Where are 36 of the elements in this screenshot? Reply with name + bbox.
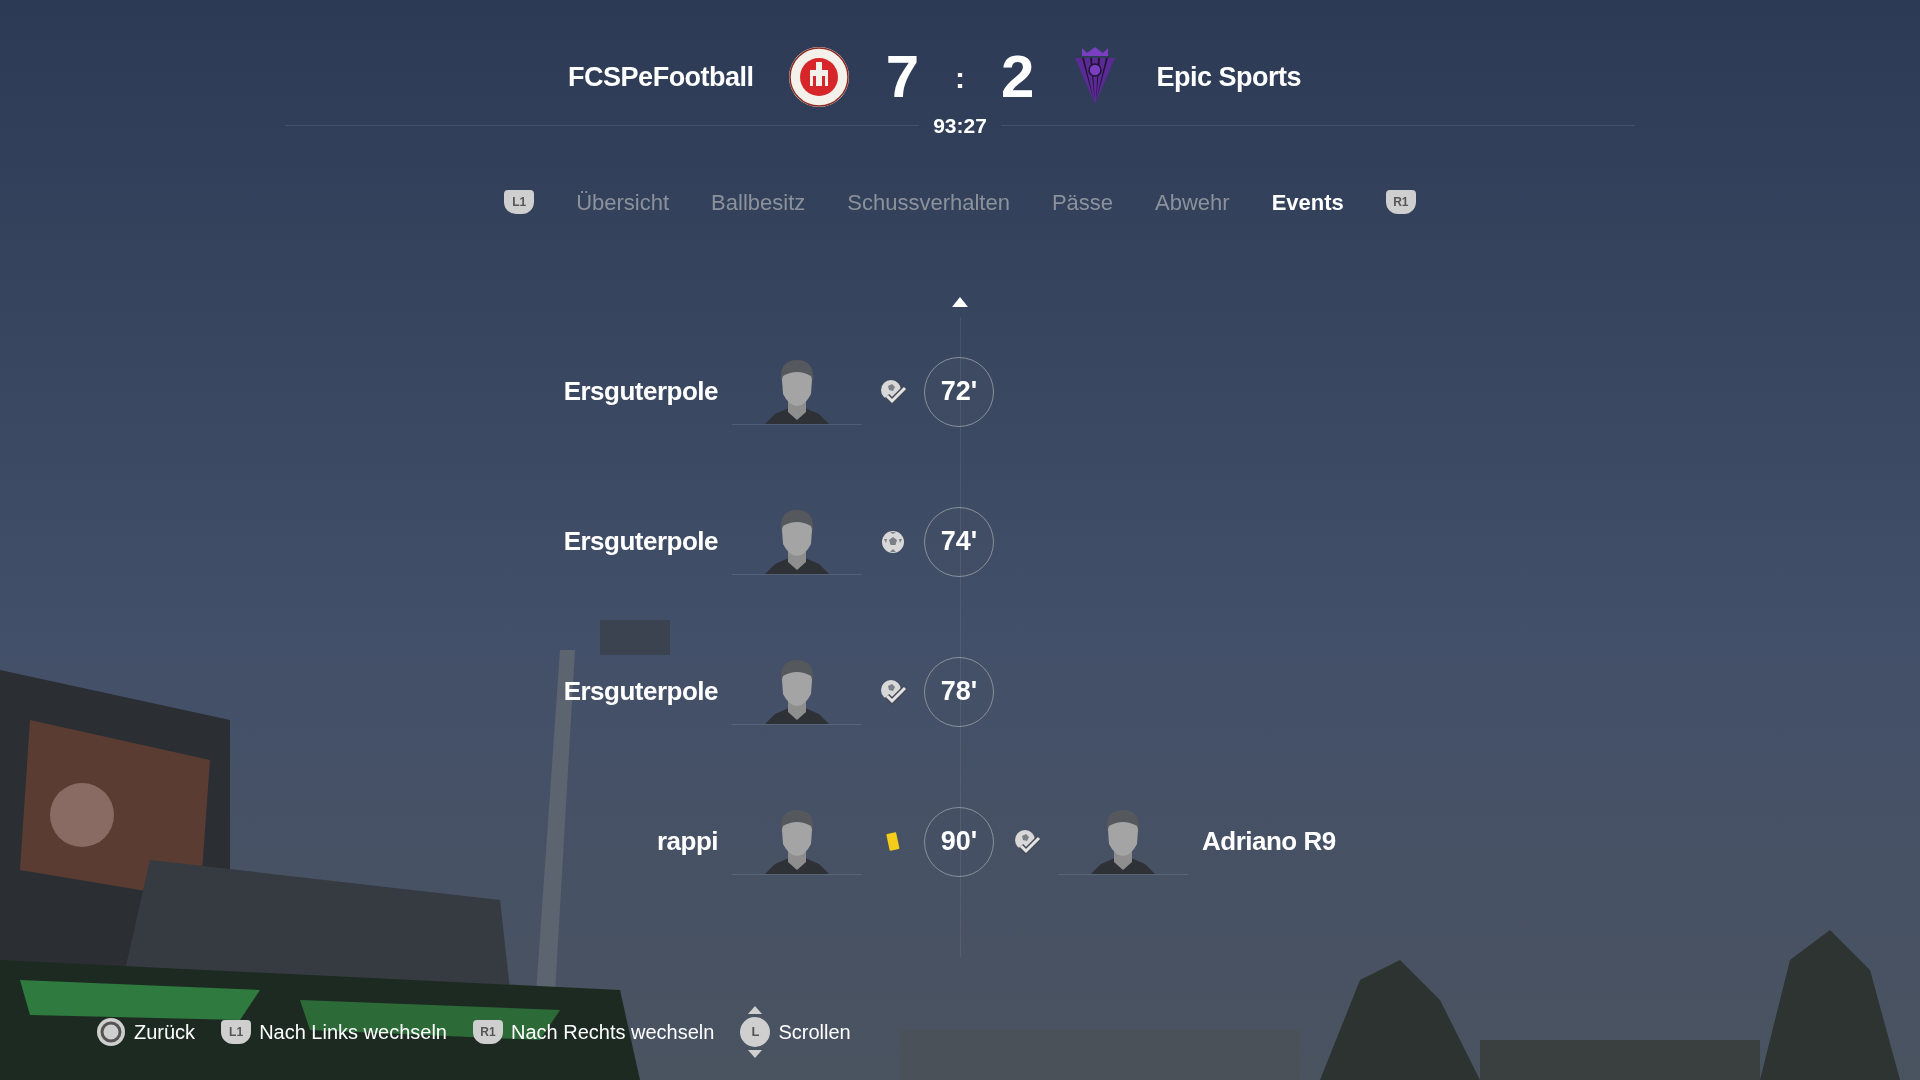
away-score: 2 (1001, 47, 1035, 107)
tab[interactable]: Abwehr (1155, 185, 1230, 219)
scroll-up-icon (952, 296, 968, 307)
up-arrow-icon (748, 1006, 763, 1014)
player-name: Ersguterpole (563, 675, 719, 708)
button-hint-label: Nach Links wechseln (259, 1020, 447, 1045)
next-tab-badge: R1 (1385, 190, 1416, 214)
assist-icon (879, 678, 907, 705)
shoulder-button-badge: L1 (221, 1020, 252, 1044)
booking-card-icon (885, 830, 901, 853)
tab[interactable]: Schussverhalten (847, 185, 1010, 219)
player-name: Ersguterpole (563, 375, 719, 408)
button-hint-label: Nach Rechts wechseln (511, 1020, 715, 1045)
player-name: Ersguterpole (563, 525, 719, 558)
home-score: 7 (885, 47, 919, 107)
tab[interactable]: Events (1271, 185, 1344, 219)
tab[interactable]: Pässe (1051, 185, 1114, 219)
player-name: rappi (656, 825, 719, 858)
player-name: Adriano R9 (1201, 825, 1336, 858)
away-team-name: Epic Sports (1156, 60, 1301, 94)
button-hint-label: Zurück (134, 1020, 196, 1045)
club-crest-icon (787, 46, 850, 108)
home-team-name: FCSPeFootball (568, 60, 754, 94)
down-arrow-icon (748, 1050, 763, 1058)
circle-button-icon (96, 1017, 126, 1047)
tab[interactable]: Ballbesitz (711, 185, 806, 219)
tab[interactable]: Übersicht (576, 185, 670, 219)
assist-icon (879, 378, 907, 405)
football-icon (881, 529, 905, 554)
match-clock: 93:27 (932, 113, 988, 139)
previous-tab-badge: L1 (504, 190, 535, 214)
score-separator: : (955, 59, 965, 96)
assist-icon (1013, 828, 1041, 855)
stick-button-badge: L (740, 1017, 771, 1047)
shoulder-button-badge: R1 (473, 1020, 503, 1044)
button-hint-label: Scrollen (778, 1020, 851, 1045)
